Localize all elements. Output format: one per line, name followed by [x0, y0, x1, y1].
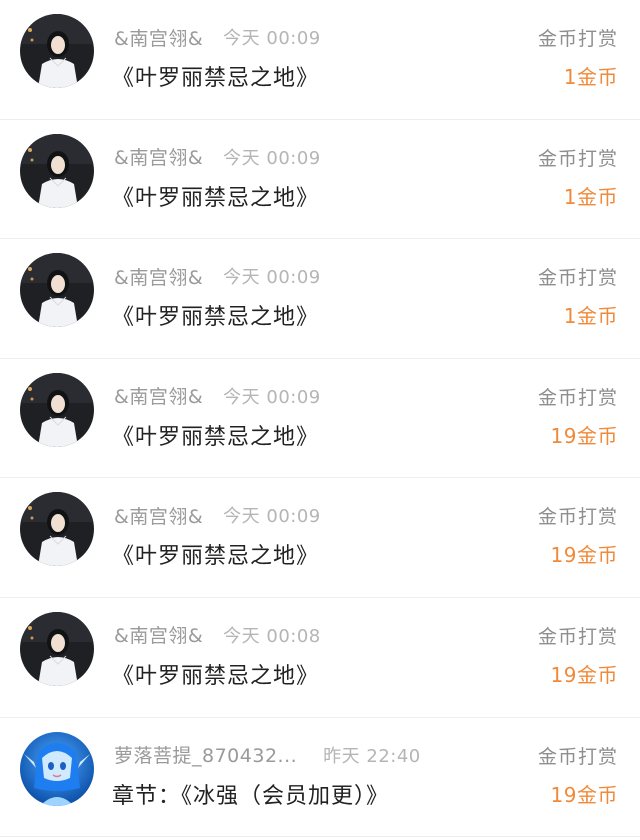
timestamp: 昨天 22:40 — [323, 745, 421, 767]
reward-type: 金币打赏 — [537, 745, 618, 768]
tip-row[interactable]: &南宫翎& 今天 00:08 《叶罗丽禁忌之地》 金币打赏 19金币 — [0, 598, 640, 718]
woman-portrait-icon — [20, 611, 94, 686]
tip-content[interactable]: 《叶罗丽禁忌之地》 — [112, 419, 319, 451]
timestamp: 今天 00:09 — [223, 386, 321, 408]
tip-meta: &南宫翎& 今天 00:09 — [114, 144, 321, 170]
reward-amount: 1金币 — [563, 184, 618, 209]
username[interactable]: &南宫翎& — [114, 502, 203, 529]
tip-content[interactable]: 《叶罗丽禁忌之地》 — [112, 180, 319, 212]
reward-amount: 1金币 — [563, 65, 618, 89]
reward-type: 金币打赏 — [537, 267, 618, 290]
tip-meta: 萝落菩提_870432... 昨天 22:40 — [114, 742, 421, 768]
tip-content[interactable]: 章节：《冰强（会员加更）》 — [112, 778, 389, 810]
reward-amount: 19金币 — [550, 543, 618, 568]
woman-portrait-icon — [20, 492, 94, 567]
tip-meta: &南宫翎& 今天 00:09 — [114, 24, 321, 50]
username[interactable]: &南宫翎& — [114, 24, 203, 51]
reward-amount: 19金币 — [550, 423, 618, 448]
timestamp: 今天 00:09 — [223, 267, 321, 289]
woman-portrait-icon — [20, 253, 94, 328]
reward-type: 金币打赏 — [537, 386, 618, 409]
tip-content[interactable]: 《叶罗丽禁忌之地》 — [112, 538, 319, 570]
tip-row[interactable]: 萝落菩提_870432... 昨天 22:40 章节：《冰强（会员加更）》 金币… — [0, 718, 640, 838]
reward-type: 金币打赏 — [537, 625, 618, 648]
elf-portrait-icon — [20, 731, 94, 806]
username[interactable]: &南宫翎& — [114, 143, 203, 170]
avatar[interactable] — [20, 14, 94, 88]
reward-amount: 1金币 — [563, 304, 618, 329]
timestamp: 今天 00:08 — [223, 625, 321, 647]
reward-type: 金币打赏 — [537, 506, 618, 529]
avatar[interactable] — [20, 731, 94, 806]
tip-meta: &南宫翎& 今天 00:09 — [114, 263, 321, 289]
reward-type: 金币打赏 — [537, 147, 618, 170]
avatar[interactable] — [20, 372, 94, 447]
avatar[interactable] — [20, 492, 94, 567]
reward-amount: 19金币 — [550, 662, 618, 687]
tip-meta: &南宫翎& 今天 00:08 — [114, 622, 321, 648]
woman-portrait-icon — [20, 372, 94, 447]
avatar[interactable] — [20, 611, 94, 686]
timestamp: 今天 00:09 — [223, 28, 321, 49]
reward-amount: 19金币 — [550, 782, 618, 807]
woman-portrait-icon — [20, 14, 94, 88]
tip-content[interactable]: 《叶罗丽禁忌之地》 — [112, 658, 319, 690]
username[interactable]: 萝落菩提_870432... — [114, 741, 297, 768]
tip-row[interactable]: &南宫翎& 今天 00:09 《叶罗丽禁忌之地》 金币打赏 1金币 — [0, 120, 640, 240]
tip-row[interactable]: &南宫翎& 今天 00:09 《叶罗丽禁忌之地》 金币打赏 19金币 — [0, 478, 640, 598]
tip-content[interactable]: 《叶罗丽禁忌之地》 — [112, 299, 319, 331]
tip-row[interactable]: &南宫翎& 今天 00:09 《叶罗丽禁忌之地》 金币打赏 1金币 — [0, 0, 640, 120]
avatar[interactable] — [20, 133, 94, 208]
tip-meta: &南宫翎& 今天 00:09 — [114, 383, 321, 409]
tip-content[interactable]: 《叶罗丽禁忌之地》 — [112, 60, 319, 92]
avatar[interactable] — [20, 253, 94, 328]
username[interactable]: &南宫翎& — [114, 382, 203, 409]
woman-portrait-icon — [20, 133, 94, 208]
timestamp: 今天 00:09 — [223, 147, 321, 169]
reward-type: 金币打赏 — [537, 28, 618, 50]
tip-row[interactable]: &南宫翎& 今天 00:09 《叶罗丽禁忌之地》 金币打赏 19金币 — [0, 359, 640, 479]
username[interactable]: &南宫翎& — [114, 263, 203, 290]
username[interactable]: &南宫翎& — [114, 621, 203, 648]
tip-list: &南宫翎& 今天 00:09 《叶罗丽禁忌之地》 金币打赏 1金币 &南宫翎& … — [0, 0, 640, 840]
timestamp: 今天 00:09 — [223, 506, 321, 528]
tip-meta: &南宫翎& 今天 00:09 — [114, 502, 321, 528]
tip-row[interactable]: &南宫翎& 今天 00:09 《叶罗丽禁忌之地》 金币打赏 1金币 — [0, 239, 640, 359]
